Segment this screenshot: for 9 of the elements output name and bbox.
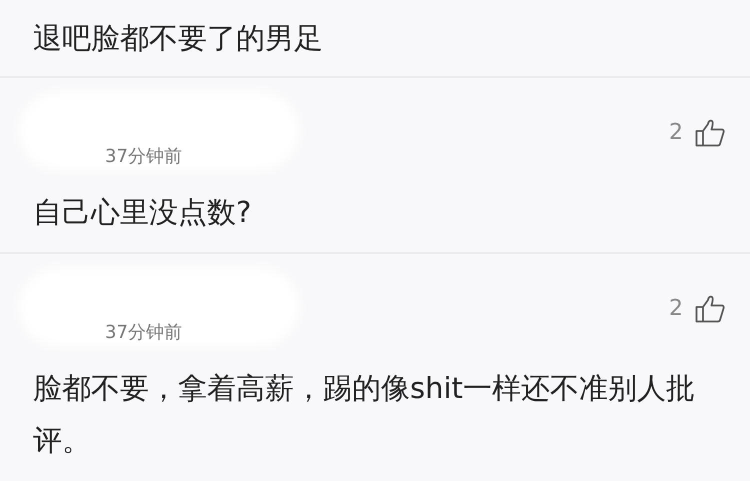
like-count: 2 (669, 119, 683, 147)
comment-text: 脸都不要，拿着高薪，踢的像shit一样还不准别人批评。 (33, 370, 696, 459)
thumbs-up-icon[interactable] (695, 119, 725, 147)
comment-text: 退吧脸都不要了的男足 (33, 20, 324, 57)
comment-time: 37分钟前 (105, 146, 182, 167)
comment-time: 37分钟前 (105, 322, 182, 343)
thumbs-up-icon[interactable] (695, 295, 725, 323)
like-count: 2 (669, 295, 683, 323)
comment-text: 自己心里没点数? (33, 194, 252, 231)
